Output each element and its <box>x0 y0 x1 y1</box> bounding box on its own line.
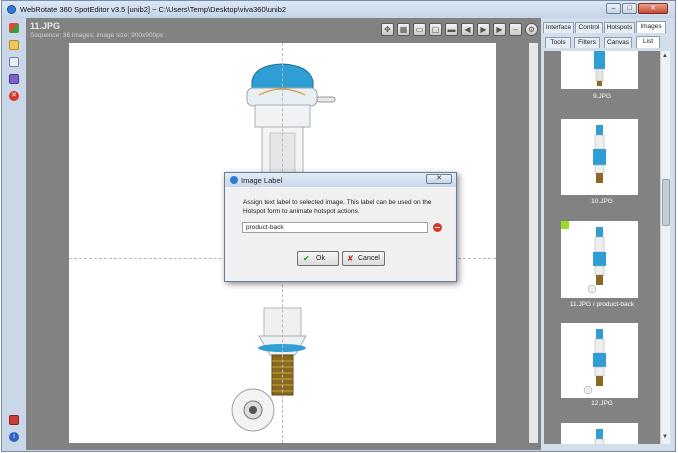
app-window: WebRotate 360 SpotEditor v3.5 [unib2] ~ … <box>1 0 676 452</box>
tab-hotspots[interactable]: Hotspots <box>604 22 635 33</box>
move-icon[interactable]: ✥ <box>381 23 394 36</box>
new-project-icon[interactable] <box>9 23 19 33</box>
fit-icon[interactable]: ▭ <box>413 23 426 36</box>
publish-icon[interactable] <box>9 415 19 425</box>
help-icon[interactable]: i <box>9 432 19 442</box>
subtab-filters[interactable]: Filters <box>574 37 600 48</box>
minimize-button[interactable]: – <box>606 3 621 14</box>
tab-images[interactable]: Images <box>636 21 666 33</box>
list-item[interactable] <box>561 119 638 195</box>
list-item[interactable] <box>561 51 638 89</box>
cancel-button[interactable]: ✘ Cancel <box>342 251 385 266</box>
ok-button-label: Ok <box>316 255 325 262</box>
delete-icon[interactable]: ✕ <box>9 91 19 101</box>
scrollbar-thumb[interactable] <box>662 179 670 226</box>
list-item[interactable] <box>561 221 638 298</box>
image-subtitle: Sequence: 36 images; image size: 900x900… <box>30 32 163 39</box>
canvas-scrollbar[interactable] <box>529 43 538 443</box>
title-bar[interactable]: WebRotate 360 SpotEditor v3.5 [unib2] ~ … <box>2 1 675 18</box>
prev-icon[interactable]: ◀ <box>461 23 474 36</box>
dialog-description: Assign text label to selected image. Thi… <box>243 199 432 215</box>
thumbnail-image <box>594 51 605 86</box>
app-logo-icon <box>7 5 16 14</box>
dialog-close-button[interactable]: ✕ <box>426 174 452 184</box>
tab-control[interactable]: Control <box>575 22 603 33</box>
thumbnail-label: 12.JPG <box>591 400 613 407</box>
list-item[interactable] <box>561 423 638 444</box>
maximize-button[interactable]: □ <box>622 3 637 14</box>
window-icon[interactable]: ▢ <box>429 23 442 36</box>
left-toolbar: ✕ i <box>5 18 25 450</box>
image-title: 11.JPG <box>30 21 61 31</box>
cancel-x-icon: ✘ <box>347 254 354 263</box>
subtab-list[interactable]: List <box>636 36 660 48</box>
minus-icon[interactable]: – <box>509 23 522 36</box>
image-list: 9.JPG 10.JPG 11.JPG / product-back 12.JP… <box>544 51 660 444</box>
scroll-up-icon[interactable]: ▲ <box>662 53 668 59</box>
clear-label-icon[interactable] <box>433 223 442 232</box>
thumbnail-image <box>593 125 606 183</box>
dialog-title-bar[interactable]: Image Label ✕ <box>225 173 456 187</box>
list-item[interactable] <box>561 323 638 398</box>
tab-interface[interactable]: Interface <box>543 22 574 33</box>
label-input-value: product-back <box>246 224 284 231</box>
thumbnail-label: 9.JPG <box>592 93 612 100</box>
label-input[interactable]: product-back <box>242 222 428 233</box>
thumbnail-label: 10.JPG <box>591 198 613 205</box>
list-scrollbar[interactable]: ▲ ▼ <box>660 51 670 444</box>
cancel-button-label: Cancel <box>358 255 380 262</box>
window-title: WebRotate 360 SpotEditor v3.5 [unib2] ~ … <box>20 5 287 14</box>
grid-icon[interactable]: ▦ <box>397 23 410 36</box>
thumbnail-image <box>594 429 605 444</box>
play-icon[interactable]: ▶ <box>477 23 490 36</box>
ok-button[interactable]: ✔ Ok <box>297 251 339 266</box>
next-icon[interactable]: ▶ <box>493 23 506 36</box>
dialog-title: Image Label <box>241 176 283 185</box>
thumbnail-image <box>587 227 606 294</box>
image-label-dialog: Image Label ✕ Assign text label to selec… <box>224 172 457 282</box>
thumbnail-image <box>583 329 606 395</box>
scroll-down-icon[interactable]: ▼ <box>662 434 668 440</box>
subtab-canvas[interactable]: Canvas <box>604 37 632 48</box>
dialog-app-icon <box>230 176 238 184</box>
subtab-tools[interactable]: Tools <box>545 37 571 48</box>
selected-marker <box>561 221 569 229</box>
open-icon[interactable] <box>9 40 19 50</box>
dialog-body: Assign text label to selected image. Thi… <box>226 187 455 281</box>
check-icon: ✔ <box>303 254 310 263</box>
frame-icon[interactable]: ▬ <box>445 23 458 36</box>
thumbnail-label: 11.JPG / product-back <box>569 301 635 308</box>
right-panel: Interface Control Hotspots Images Tools … <box>541 18 674 450</box>
save-icon[interactable] <box>9 74 19 84</box>
close-button[interactable]: ✕ <box>638 3 668 14</box>
email-icon[interactable] <box>9 57 19 67</box>
settings-icon[interactable]: ⚙ <box>525 23 538 36</box>
